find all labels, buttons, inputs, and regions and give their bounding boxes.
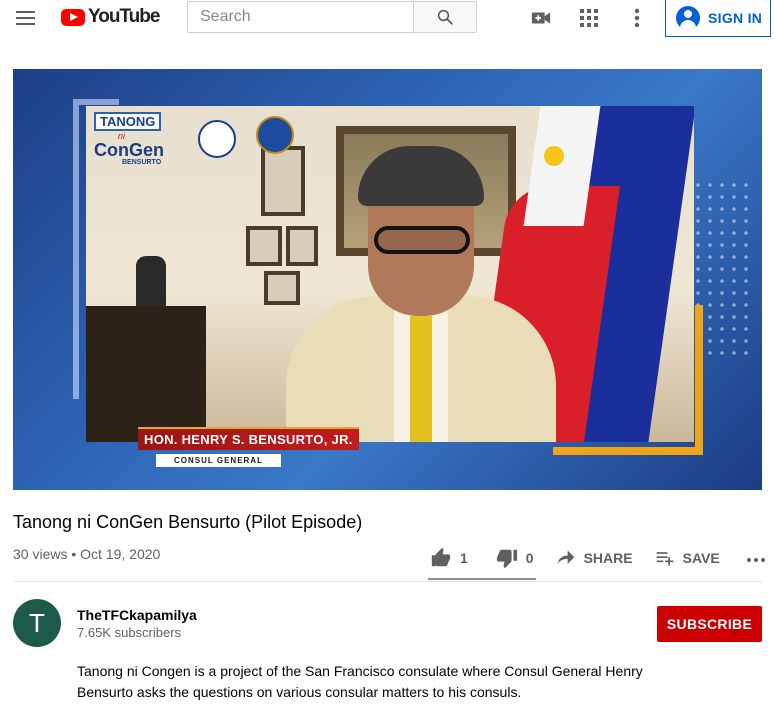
subscriber-count: 7.65K subscribers	[77, 625, 182, 640]
share-button[interactable]: SHARE	[556, 540, 633, 576]
video-frame: TANONG ni ConGen BENSURTO	[86, 106, 694, 442]
account-icon	[676, 5, 700, 30]
like-count: 1	[460, 550, 468, 566]
search-input[interactable]	[187, 1, 413, 33]
sign-in-button[interactable]: SIGN IN	[665, 0, 771, 37]
like-button[interactable]: 1	[430, 540, 468, 576]
lower-third-name: HON. HENRY S. BENSURTO, JR.	[138, 427, 359, 450]
show-logo: TANONG ni ConGen BENSURTO	[94, 112, 190, 168]
video-player[interactable]: TANONG ni ConGen BENSURTO HON. HENRY S. …	[13, 69, 762, 490]
sign-in-label: SIGN IN	[708, 9, 763, 26]
show-logo-line4: BENSURTO	[122, 159, 162, 166]
furniture	[86, 306, 206, 442]
subscribe-button[interactable]: SUBSCRIBE	[657, 606, 762, 642]
masthead: YouTube SIGN IN	[0, 0, 774, 40]
search-button[interactable]	[413, 1, 477, 33]
thumbs-down-icon	[496, 549, 517, 569]
menu-icon[interactable]	[14, 8, 38, 28]
camera-icon	[531, 12, 551, 24]
show-logo-line3: ConGen	[94, 140, 164, 160]
backdrop-stripe	[73, 99, 79, 399]
search-box	[187, 1, 477, 33]
logo-text: YouTube	[88, 6, 160, 27]
speaker	[286, 146, 556, 442]
sentiment-bar	[428, 578, 536, 580]
lower-third: HON. HENRY S. BENSURTO, JR. CONSUL GENER…	[138, 427, 359, 468]
dislike-count: 0	[525, 550, 534, 566]
apps-grid-icon[interactable]	[577, 6, 601, 30]
show-logo-line1: TANONG	[94, 112, 162, 131]
video-meta: 30 views • Oct 19, 2020	[13, 546, 161, 562]
channel-name[interactable]: TheTFCkapamilya	[77, 607, 197, 623]
thumbs-up-icon	[431, 547, 451, 567]
video-title: Tanong ni ConGen Bensurto (Pilot Episode…	[13, 512, 363, 532]
lower-third-role: CONSUL GENERAL	[156, 454, 281, 467]
channel-avatar[interactable]: T	[13, 599, 61, 647]
youtube-logo[interactable]: YouTube	[61, 5, 160, 29]
dislike-button[interactable]: 0	[496, 540, 534, 576]
more-actions-button[interactable]	[746, 540, 766, 576]
backdrop-stripe	[79, 99, 119, 105]
more-vert-icon[interactable]	[625, 6, 649, 30]
share-icon	[557, 550, 574, 564]
more-horiz-icon	[746, 558, 765, 562]
playlist-add-icon	[656, 552, 673, 566]
consulate-seal	[198, 120, 236, 158]
youtube-play-icon	[61, 8, 85, 26]
save-button[interactable]: SAVE	[655, 540, 720, 576]
wall-frame	[246, 226, 282, 266]
video-actions: 1 0 SHARE SAVE	[430, 540, 766, 576]
share-label: SHARE	[583, 550, 633, 566]
video-description: Tanong ni Congen is a project of the San…	[77, 663, 643, 700]
divider	[13, 581, 762, 582]
search-icon	[437, 9, 453, 25]
program-seal	[256, 116, 294, 154]
create-video-icon[interactable]	[529, 6, 553, 30]
save-label: SAVE	[682, 550, 720, 566]
